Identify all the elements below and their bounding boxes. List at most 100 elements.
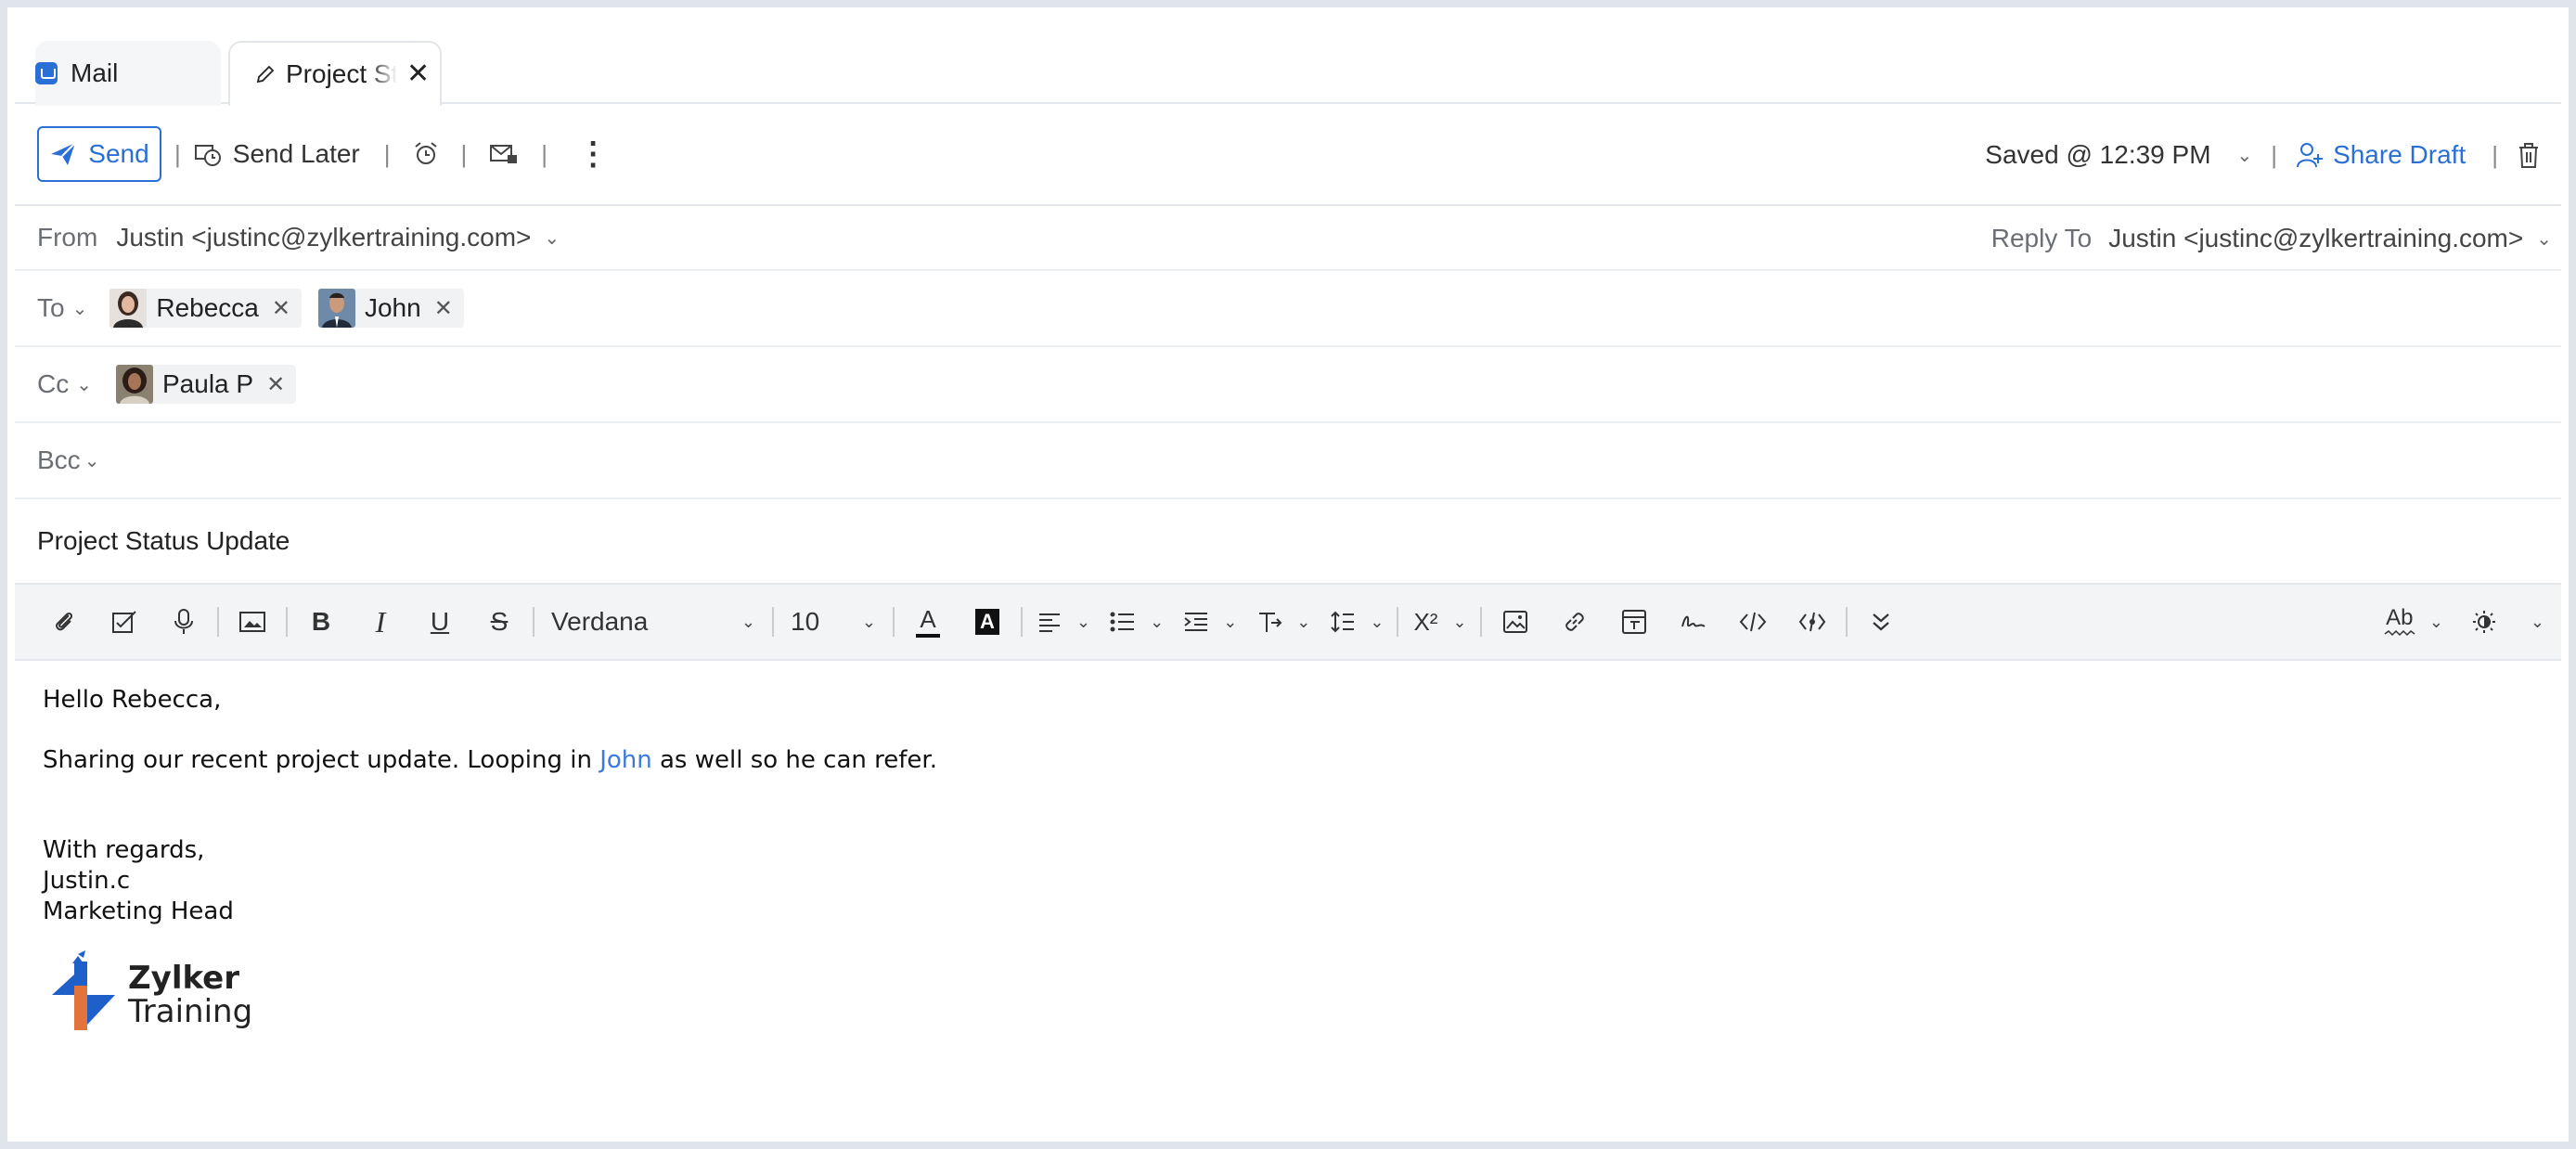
send-later-label: Send Later: [232, 139, 360, 168]
action-bar: Send | Send Later | | | ⋮ Saved @ 12:39 …: [15, 104, 2561, 206]
reply-to-value[interactable]: Justin <justinc@zylkertraining.com>: [2108, 224, 2523, 253]
insert-form-icon[interactable]: [95, 594, 154, 650]
to-label[interactable]: To: [37, 293, 65, 323]
share-draft-label: Share Draft: [2333, 140, 2467, 169]
tab-mail-label: Mail: [71, 58, 119, 87]
closing-line: With regards,: [43, 836, 205, 864]
font-family-select[interactable]: Verdana ⌄: [538, 607, 768, 637]
chevron-down-icon[interactable]: ⌄: [1150, 613, 1164, 632]
trash-icon[interactable]: [2517, 141, 2541, 169]
indent-icon[interactable]: [1173, 594, 1219, 650]
spellcheck-icon[interactable]: Ab: [2374, 594, 2426, 650]
chevron-down-icon[interactable]: ⌄: [1370, 613, 1384, 632]
font-size-select[interactable]: 10 ⌄: [778, 607, 889, 637]
recipient-name: Rebecca: [156, 293, 259, 322]
chevron-down-icon[interactable]: ⌄: [2531, 613, 2544, 632]
recipient-chip[interactable]: John ✕: [317, 289, 464, 328]
cc-row: Cc ⌄ Paula P ✕: [15, 347, 2561, 423]
separator: |: [174, 139, 181, 168]
font-size-value: 10: [791, 607, 820, 636]
from-value[interactable]: Justin <justinc@zylkertraining.com>: [116, 223, 531, 252]
separator: |: [541, 139, 548, 168]
logo-line1: Zylker: [128, 960, 239, 997]
chevron-down-icon[interactable]: ⌄: [72, 297, 88, 320]
separator: |: [2271, 140, 2278, 169]
highlight-color-icon[interactable]: A: [958, 594, 1017, 650]
insert-image-card-icon[interactable]: [223, 594, 282, 650]
bcc-label[interactable]: Bcc: [37, 445, 81, 475]
insert-image-icon[interactable]: [1486, 594, 1545, 650]
chevron-down-icon[interactable]: ⌄: [2536, 227, 2552, 251]
remove-recipient-icon[interactable]: ✕: [434, 295, 453, 322]
align-left-icon[interactable]: [1026, 594, 1073, 650]
mail-lock-icon[interactable]: [489, 141, 519, 167]
chevron-down-icon[interactable]: ⌄: [1296, 613, 1310, 632]
chevron-down-icon[interactable]: ⌄: [1076, 613, 1090, 632]
expand-toolbar-icon[interactable]: [1851, 594, 1911, 650]
chevron-down-icon[interactable]: ⌄: [76, 373, 92, 396]
strikethrough-icon[interactable]: S: [470, 594, 529, 650]
theme-brightness-icon[interactable]: [2464, 594, 2505, 650]
recipient-chip[interactable]: Paula P ✕: [116, 365, 297, 404]
subject-field[interactable]: Project Status Update: [37, 526, 290, 556]
chevron-down-icon[interactable]: ⌄: [84, 449, 100, 472]
recipient-chip[interactable]: Rebecca ✕: [109, 289, 302, 328]
remove-recipient-icon[interactable]: ✕: [266, 371, 285, 398]
attachment-icon[interactable]: [35, 594, 95, 650]
more-options-icon[interactable]: ⋮: [577, 136, 609, 173]
tab-bar: Mail Project Status Update ✕: [15, 15, 2561, 106]
greeting-line: Hello Rebecca,: [43, 686, 222, 714]
recipient-name: Paula P: [162, 369, 254, 398]
message-body[interactable]: Hello Rebecca, Sharing our recent projec…: [43, 685, 937, 927]
code-icon[interactable]: [1723, 594, 1783, 650]
reminder-alarm-icon[interactable]: [413, 141, 439, 167]
compose-window: Mail Project Status Update ✕ Send | Send…: [0, 0, 2576, 1149]
remove-recipient-icon[interactable]: ✕: [272, 295, 290, 322]
body-text: as well so he can refer.: [651, 746, 937, 774]
chevron-down-icon[interactable]: ⌄: [2429, 613, 2443, 632]
microphone-icon[interactable]: [154, 594, 213, 650]
text-color-icon[interactable]: A: [898, 594, 958, 650]
chevron-down-icon: ⌄: [861, 612, 876, 631]
body-line: Sharing our recent project update. Loopi…: [43, 745, 937, 776]
send-later-button[interactable]: Send Later: [194, 139, 360, 169]
clear-format-icon[interactable]: [1246, 594, 1293, 650]
italic-icon[interactable]: I: [351, 594, 410, 650]
chevron-down-icon[interactable]: ⌄: [1223, 613, 1237, 632]
link-icon[interactable]: [1545, 594, 1604, 650]
mention-link[interactable]: John: [599, 746, 652, 774]
separator: |: [2492, 140, 2498, 169]
share-draft-button[interactable]: Share Draft: [2296, 140, 2466, 170]
separator: [217, 607, 219, 637]
to-row: To ⌄ Rebecca ✕ John ✕: [15, 271, 2561, 347]
tab-mail[interactable]: Mail: [35, 41, 221, 106]
signature-icon[interactable]: [1664, 594, 1723, 650]
insert-table-icon[interactable]: [1604, 594, 1664, 650]
separator: [893, 607, 895, 637]
tab-draft[interactable]: Project Status Update ✕: [228, 41, 442, 106]
code-block-icon[interactable]: [1783, 594, 1842, 650]
share-user-icon: [2296, 141, 2324, 169]
send-button[interactable]: Send: [37, 126, 161, 182]
saved-status: Saved @ 12:39 PM: [1985, 140, 2211, 169]
chevron-down-icon[interactable]: ⌄: [544, 226, 560, 250]
recipient-name: John: [364, 293, 421, 322]
body-text: Sharing our recent project update. Loopi…: [43, 746, 600, 774]
action-bar-right: Saved @ 12:39 PM ⌄ | Share Draft |: [1985, 104, 2541, 206]
separator: [772, 607, 774, 637]
tab-draft-label: Project Status Update: [286, 59, 397, 88]
bcc-row: Bcc ⌄: [15, 423, 2561, 499]
cc-label[interactable]: Cc: [37, 369, 69, 399]
signature-name: Justin.c: [43, 867, 131, 895]
company-logo: Zylker Training: [50, 949, 264, 1041]
line-spacing-icon[interactable]: [1320, 594, 1366, 650]
chevron-down-icon[interactable]: ⌄: [1452, 613, 1466, 632]
underline-icon[interactable]: U: [410, 594, 470, 650]
bold-icon[interactable]: B: [291, 594, 351, 650]
close-tab-icon[interactable]: ✕: [406, 60, 430, 88]
chevron-down-icon[interactable]: ⌄: [2237, 144, 2253, 167]
from-row: From Justin <justinc@zylkertraining.com>…: [15, 206, 2561, 271]
bullet-list-icon[interactable]: [1100, 594, 1146, 650]
superscript-icon[interactable]: X²: [1402, 594, 1449, 650]
from-label: From: [37, 223, 98, 252]
